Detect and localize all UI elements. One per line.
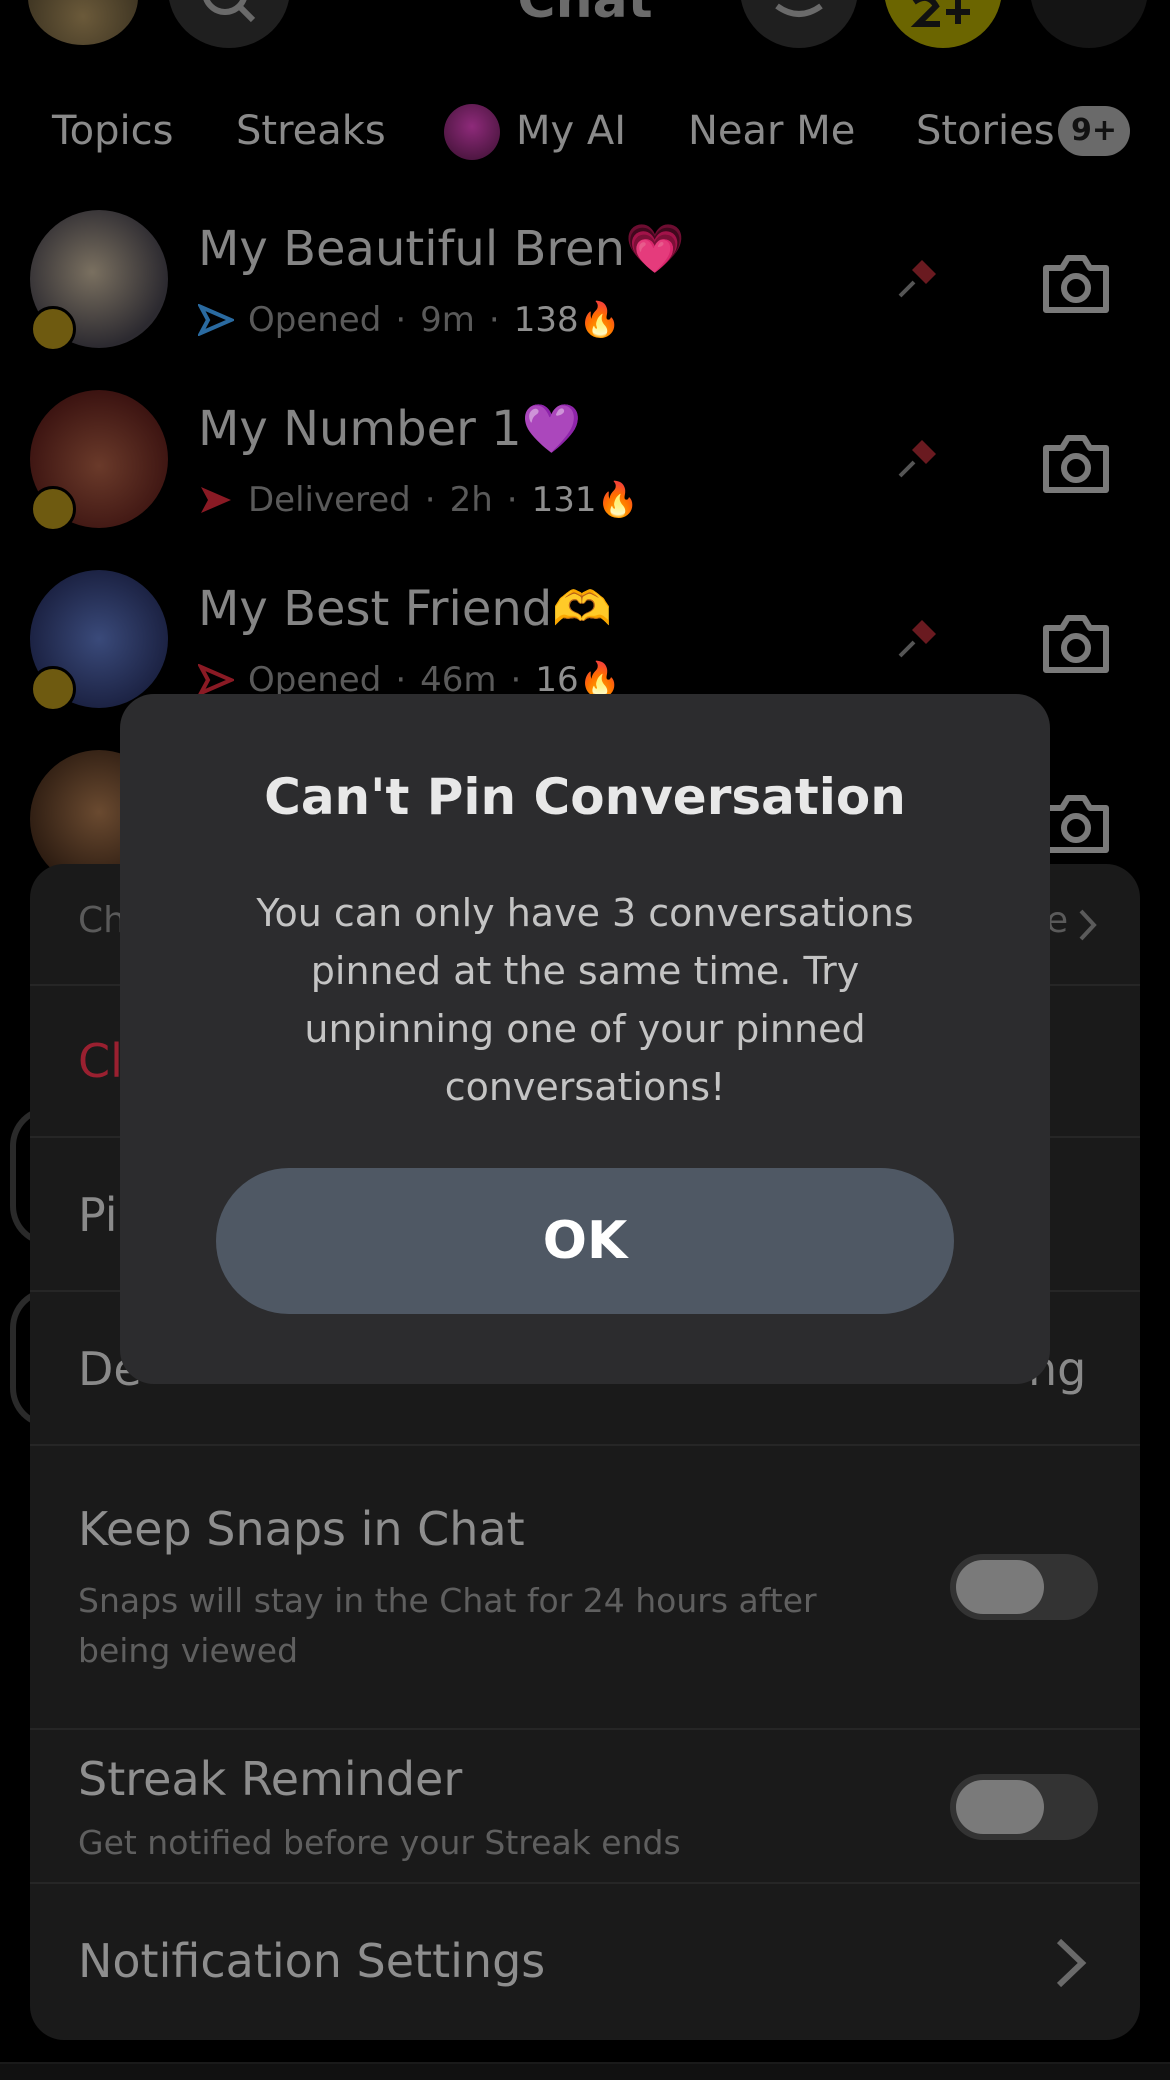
chevron-right-icon	[1056, 1938, 1087, 1988]
ok-button[interactable]: OK	[216, 1168, 954, 1314]
tab-my-ai[interactable]: My AI	[516, 96, 626, 166]
search-icon	[203, 0, 256, 23]
status-text: Delivered	[248, 480, 411, 520]
chat-status: Delivered · 2h · 131🔥	[198, 480, 639, 520]
chat-row[interactable]: My Number 1💜 Delivered · 2h · 131🔥	[0, 390, 1170, 570]
more-button[interactable]	[1030, 0, 1148, 48]
my-ai-avatar	[444, 104, 500, 160]
stories-count-badge: 9+	[1058, 106, 1130, 156]
chat-status: Opened · 9m · 138🔥	[198, 300, 621, 340]
pin-icon[interactable]	[886, 610, 946, 670]
keep-snaps-title: Keep Snaps in Chat	[78, 1502, 525, 1556]
streak-reminder-title: Streak Reminder	[78, 1752, 463, 1806]
notification-settings-row[interactable]: Notification Settings	[30, 1884, 1140, 2040]
dialog-title: Can't Pin Conversation	[264, 768, 906, 826]
bottom-bar	[0, 2062, 1170, 2080]
streak-reminder-subtitle: Get notified before your Streak ends	[78, 1823, 681, 1862]
camera-icon[interactable]	[1040, 434, 1112, 494]
camera-icon[interactable]	[1040, 254, 1112, 314]
tab-topics[interactable]: Topics	[52, 96, 173, 166]
search-button[interactable]	[168, 0, 290, 48]
chat-name: My Beautiful Bren💗	[198, 221, 685, 277]
keep-snaps-subtitle: Snaps will stay in the Chat for 24 hours…	[78, 1581, 817, 1670]
add-friend-icon	[910, 0, 970, 27]
streak-count: 138🔥	[513, 300, 621, 340]
keep-snaps-row: Keep Snaps in Chat Snaps will stay in th…	[30, 1446, 1140, 1730]
status-time: 9m	[420, 300, 475, 340]
dialog-message: You can only have 3 conversations pinned…	[256, 891, 914, 1109]
chat-name: My Best Friend🫶	[198, 581, 612, 637]
notification-settings-label: Notification Settings	[78, 1934, 546, 1988]
cant-pin-dialog: Can't Pin Conversation You can only have…	[120, 694, 1050, 1384]
opened-arrow-icon	[198, 664, 234, 696]
tab-streaks[interactable]: Streaks	[236, 96, 386, 166]
keep-snaps-toggle[interactable]	[950, 1554, 1098, 1620]
notifications-button[interactable]	[740, 0, 858, 48]
opened-arrow-icon	[198, 304, 234, 336]
streak-reminder-row: Streak Reminder Get notified before your…	[30, 1730, 1140, 1884]
camera-icon[interactable]	[1040, 794, 1112, 854]
status-time: 2h	[449, 480, 493, 520]
bell-icon	[775, 3, 823, 17]
top-bar: Chat	[0, 0, 1170, 60]
delivered-arrow-icon	[201, 487, 231, 513]
profile-avatar[interactable]	[28, 0, 138, 45]
status-text: Opened	[248, 300, 382, 340]
camera-icon[interactable]	[1040, 614, 1112, 674]
chat-row[interactable]: My Beautiful Bren💗 Opened · 9m · 138🔥	[0, 210, 1170, 390]
filter-tabs: Topics Streaks My AI Near Me Stories	[0, 96, 1170, 166]
add-friend-button[interactable]	[884, 0, 1002, 48]
chevron-right-icon	[1079, 909, 1097, 941]
friend-emoji-icon	[30, 306, 76, 352]
pin-icon[interactable]	[886, 430, 946, 490]
pin-icon[interactable]	[886, 250, 946, 310]
tab-stories[interactable]: Stories	[916, 96, 1055, 166]
tab-near-me[interactable]: Near Me	[688, 96, 855, 166]
streak-count: 131🔥	[531, 480, 639, 520]
chat-name: My Number 1💜	[198, 401, 582, 457]
streak-reminder-toggle[interactable]	[950, 1774, 1098, 1840]
friend-emoji-icon	[30, 486, 76, 532]
page-title: Chat	[517, 0, 653, 30]
friend-emoji-icon	[30, 666, 76, 712]
